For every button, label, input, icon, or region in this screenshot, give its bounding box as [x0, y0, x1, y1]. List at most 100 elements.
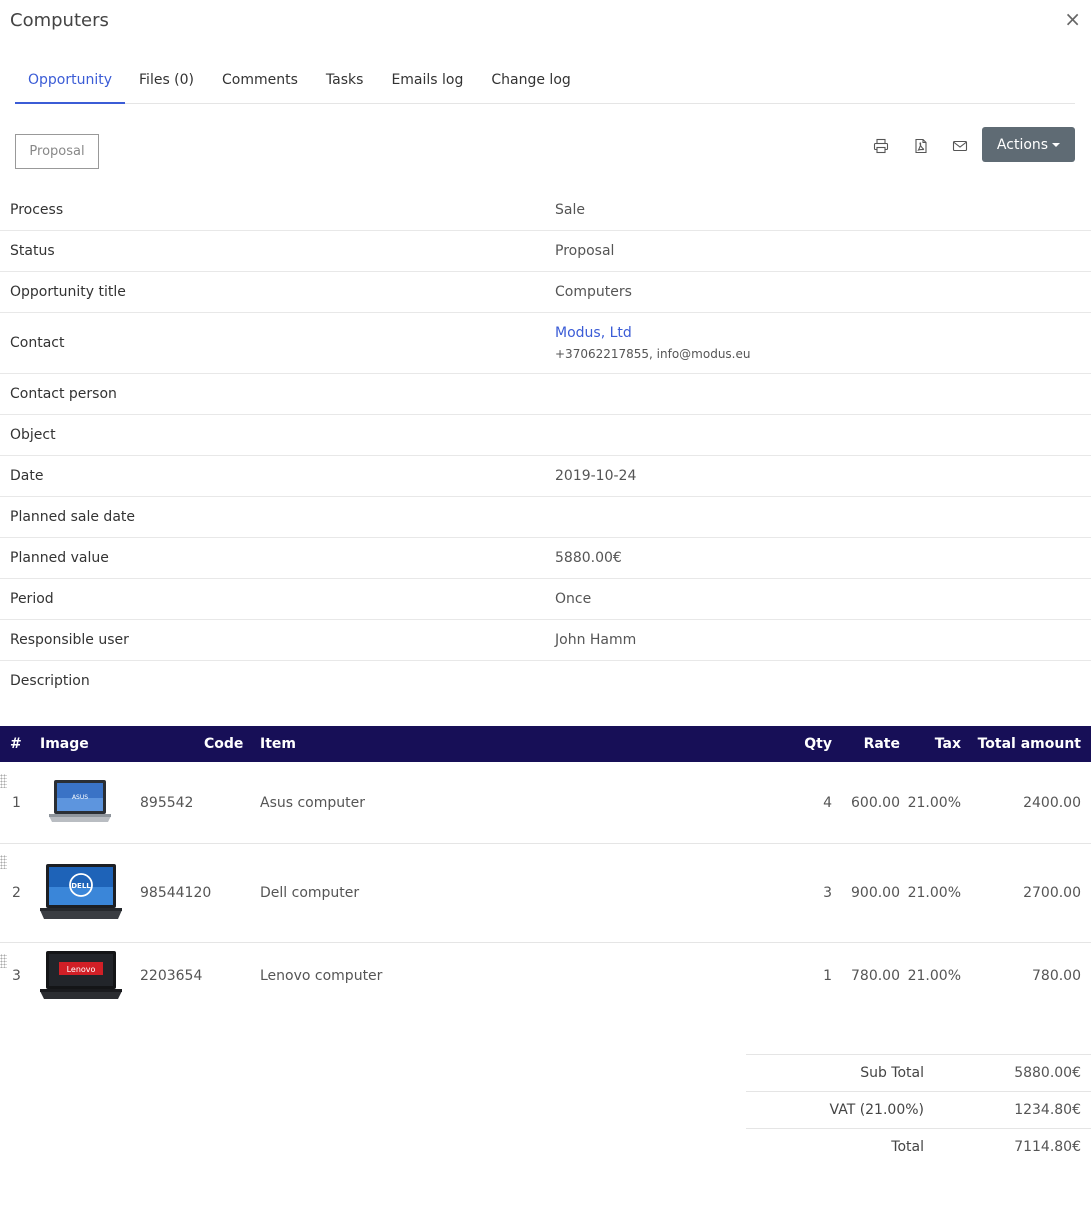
field-row-status: Status Proposal — [0, 231, 1091, 272]
total-label: Total — [891, 1139, 924, 1155]
subtotal-value: 5880.00€ — [1014, 1065, 1081, 1081]
caret-down-icon — [1052, 142, 1061, 147]
row-tax: 21.00% — [907, 795, 961, 811]
field-label: Description — [10, 673, 90, 689]
field-value: Proposal — [555, 243, 615, 259]
field-row-contact: Contact Modus, Ltd +37062217855, info@mo… — [0, 313, 1091, 374]
field-label: Process — [10, 202, 64, 218]
row-total: 2700.00 — [1023, 885, 1081, 901]
laptop-brand: Lenovo — [67, 965, 96, 974]
field-row-contact-person: Contact person — [0, 374, 1091, 415]
field-label: Opportunity title — [10, 284, 126, 300]
field-row-planned-value: Planned value 5880.00€ — [0, 538, 1091, 579]
drag-handle-icon[interactable] — [0, 774, 7, 788]
field-label: Period — [10, 591, 54, 607]
vat-value: 1234.80€ — [1014, 1102, 1081, 1118]
field-label: Planned sale date — [10, 509, 136, 525]
row-num: 2 — [12, 885, 21, 901]
total-value: 7114.80€ — [1014, 1139, 1081, 1155]
field-row-object: Object — [0, 415, 1091, 456]
close-icon[interactable]: × — [1064, 9, 1081, 29]
col-tax: Tax — [934, 736, 961, 752]
laptop-image: DELL — [40, 864, 122, 919]
table-row: 3 Lenovo 2203654 Lenovo computer 1 780.0… — [0, 943, 1091, 1013]
row-rate: 900.00 — [851, 885, 900, 901]
items-table-header: # Image Code Item Qty Rate Tax Total amo… — [0, 726, 1091, 762]
field-value: John Hamm — [555, 632, 637, 648]
field-value: Computers — [555, 284, 632, 300]
field-label: Date — [10, 468, 44, 484]
contact-details: +37062217855, info@modus.eu — [555, 347, 751, 361]
tab-tasks[interactable]: Tasks — [312, 60, 378, 104]
vat-label: VAT (21.00%) — [829, 1102, 924, 1118]
laptop-image: Lenovo — [40, 951, 122, 999]
field-label: Planned value — [10, 550, 109, 566]
subtotal-row: Sub Total 5880.00€ — [746, 1054, 1091, 1091]
col-item: Item — [260, 736, 296, 752]
field-label: Contact — [10, 335, 65, 351]
row-num: 3 — [12, 968, 21, 984]
pdf-icon[interactable] — [912, 137, 930, 155]
row-code: 98544120 — [140, 885, 212, 901]
table-row: 1 ASUS 895542 Asus computer 4 600.00 21.… — [0, 762, 1091, 844]
col-qty: Qty — [804, 736, 832, 752]
field-label: Status — [10, 243, 55, 259]
row-total: 2400.00 — [1023, 795, 1081, 811]
row-qty: 3 — [823, 885, 832, 901]
field-row-date: Date 2019-10-24 — [0, 456, 1091, 497]
tab-change-log[interactable]: Change log — [477, 60, 584, 104]
field-label: Responsible user — [10, 632, 129, 648]
row-tax: 21.00% — [907, 968, 961, 984]
field-row-planned-sale-date: Planned sale date — [0, 497, 1091, 538]
actions-button[interactable]: Actions — [982, 127, 1075, 162]
contact-link[interactable]: Modus, Ltd — [555, 325, 632, 341]
print-icon[interactable] — [872, 137, 890, 155]
laptop-brand: ASUS — [72, 794, 88, 801]
laptop-brand: DELL — [71, 882, 91, 890]
tab-emails-log[interactable]: Emails log — [377, 60, 477, 104]
col-code: Code — [204, 736, 244, 752]
totals-panel: Sub Total 5880.00€ VAT (21.00%) 1234.80€… — [746, 1054, 1091, 1165]
table-row: 2 DELL 98544120 Dell computer 3 900.00 2… — [0, 844, 1091, 943]
col-image: Image — [40, 736, 89, 752]
tab-opportunity[interactable]: Opportunity — [15, 60, 126, 104]
tab-files[interactable]: Files (0) — [125, 60, 208, 104]
field-label: Contact person — [10, 386, 117, 402]
row-num: 1 — [12, 795, 21, 811]
actions-label: Actions — [996, 136, 1049, 153]
col-rate: Rate — [863, 736, 900, 752]
row-item: Dell computer — [260, 885, 360, 901]
total-row: Total 7114.80€ — [746, 1128, 1091, 1165]
col-total: Total amount — [977, 736, 1081, 752]
vat-row: VAT (21.00%) 1234.80€ — [746, 1091, 1091, 1128]
opportunity-fields: Process Sale Status Proposal Opportunity… — [0, 190, 1091, 702]
field-value: Sale — [555, 202, 585, 218]
email-icon[interactable] — [951, 137, 969, 155]
laptop-image: ASUS — [49, 780, 111, 822]
tab-comments[interactable]: Comments — [208, 60, 312, 104]
page-title: Computers — [10, 10, 109, 31]
field-value: 5880.00€ — [555, 550, 622, 566]
field-value: Once — [555, 591, 592, 607]
field-row-responsible: Responsible user John Hamm — [0, 620, 1091, 661]
field-row-period: Period Once — [0, 579, 1091, 620]
field-row-description: Description — [0, 661, 1091, 702]
row-rate: 600.00 — [851, 795, 900, 811]
row-qty: 1 — [823, 968, 832, 984]
drag-handle-icon[interactable] — [0, 855, 7, 869]
row-code: 895542 — [140, 795, 194, 811]
row-rate: 780.00 — [851, 968, 900, 984]
row-item: Lenovo computer — [260, 968, 383, 984]
row-code: 2203654 — [140, 968, 203, 984]
row-qty: 4 — [823, 795, 832, 811]
field-label: Object — [10, 427, 56, 443]
tab-bar: Opportunity Files (0) Comments Tasks Ema… — [15, 60, 1075, 104]
subtotal-label: Sub Total — [860, 1065, 924, 1081]
field-row-process: Process Sale — [0, 190, 1091, 231]
row-tax: 21.00% — [907, 885, 961, 901]
field-row-title: Opportunity title Computers — [0, 272, 1091, 313]
drag-handle-icon[interactable] — [0, 954, 7, 968]
field-value: 2019-10-24 — [555, 468, 637, 484]
col-num: # — [10, 736, 22, 752]
status-button[interactable]: Proposal — [15, 134, 99, 169]
